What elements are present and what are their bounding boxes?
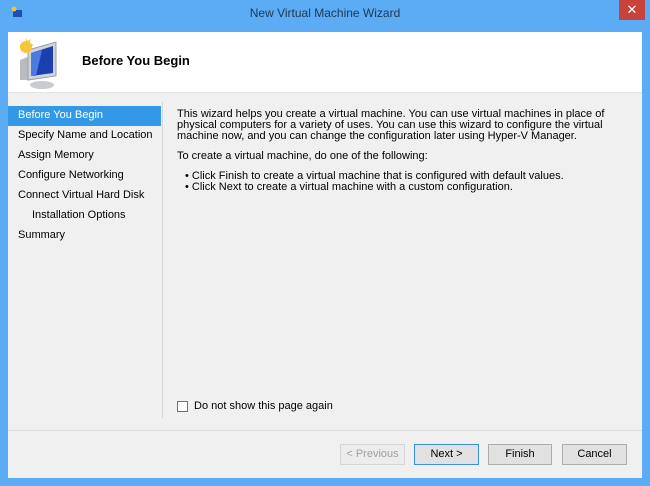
- step-specify-name-and-location[interactable]: Specify Name and Location: [8, 126, 161, 146]
- do-not-show-checkbox-row[interactable]: Do not show this page again: [177, 400, 333, 412]
- finish-button[interactable]: Finish: [488, 444, 552, 465]
- lead-text: To create a virtual machine, do one of t…: [177, 150, 428, 162]
- cancel-button[interactable]: Cancel: [562, 444, 627, 465]
- wizard-header: Before You Begin: [8, 32, 642, 93]
- divider: [162, 102, 163, 418]
- page-title: Before You Begin: [82, 53, 190, 68]
- previous-button[interactable]: < Previous: [340, 444, 405, 465]
- wizard-steps: Before You Begin Specify Name and Locati…: [8, 106, 161, 246]
- do-not-show-label[interactable]: Do not show this page again: [194, 400, 333, 412]
- virtual-machine-icon: [20, 37, 57, 89]
- title-bar: New Virtual Machine Wizard: [0, 0, 650, 32]
- wizard-client: Before You Begin Before You Begin Specif…: [8, 32, 642, 478]
- do-not-show-checkbox[interactable]: [177, 400, 188, 412]
- window-title: New Virtual Machine Wizard: [249, 6, 401, 20]
- step-before-you-begin[interactable]: Before You Begin: [8, 106, 161, 126]
- app-icon: [11, 6, 22, 17]
- intro-text: This wizard helps you create a virtual m…: [177, 108, 605, 142]
- step-configure-networking[interactable]: Configure Networking: [8, 166, 161, 186]
- step-summary[interactable]: Summary: [8, 226, 161, 246]
- footer-divider: [8, 430, 642, 431]
- step-installation-options[interactable]: Installation Options: [8, 206, 161, 226]
- bullet-next: Click Next to create a virtual machine w…: [177, 182, 627, 193]
- next-button[interactable]: Next >: [414, 444, 479, 465]
- close-button[interactable]: ✕: [619, 0, 645, 20]
- wizard-content: This wizard helps you create a virtual m…: [177, 109, 627, 193]
- step-connect-virtual-hard-disk[interactable]: Connect Virtual Hard Disk: [8, 186, 161, 206]
- step-assign-memory[interactable]: Assign Memory: [8, 146, 161, 166]
